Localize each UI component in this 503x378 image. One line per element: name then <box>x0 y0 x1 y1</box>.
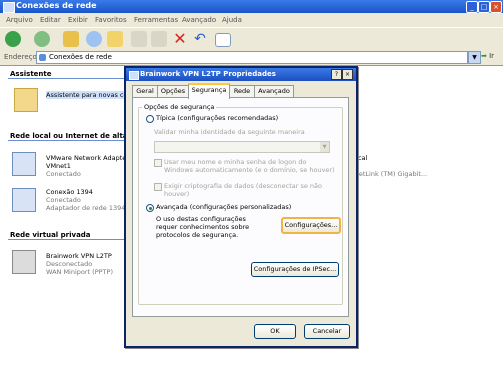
dialog-close-button[interactable]: × <box>342 69 353 80</box>
views-icon[interactable] <box>215 33 231 47</box>
right-partial-device: NetLink (TM) Gigabit... <box>354 170 428 178</box>
toolbar: ✕ ↶ <box>0 27 503 51</box>
typical-radio[interactable] <box>146 115 154 123</box>
address-bar: Endereço Conexões de rede ▼ ➡ Ir <box>0 49 503 65</box>
window-title: Conexões de rede <box>16 1 97 10</box>
tab-geral[interactable]: Geral <box>132 85 158 97</box>
assistant-header: Assistente <box>10 70 52 78</box>
vpn-icon <box>129 71 139 80</box>
properties-dialog: Brainwork VPN L2TP Propriedades ? × Gera… <box>124 66 358 348</box>
tab-avancado[interactable]: Avançado <box>254 85 294 97</box>
menu-exibir[interactable]: Exibir <box>68 16 88 24</box>
auto-logon-label: Usar meu nome e minha senha de logon do <box>164 158 307 166</box>
ok-button[interactable]: OK <box>254 324 296 339</box>
address-value: Conexões de rede <box>49 53 112 61</box>
move-to-icon[interactable] <box>131 31 147 47</box>
undo-icon[interactable]: ↶ <box>192 31 208 47</box>
menu-ferramentas[interactable]: Ferramentas <box>134 16 178 24</box>
vpn-header: Rede virtual privada <box>10 231 91 239</box>
auto-logon-label: Windows automaticamente (e o domínio, se… <box>164 166 335 174</box>
vpn-item-name[interactable]: Brainwork VPN L2TP <box>46 252 112 260</box>
maximize-button[interactable]: □ <box>478 1 490 13</box>
network-connections-icon <box>39 54 46 61</box>
validate-label: Validar minha identidade da seguinte man… <box>154 128 305 136</box>
advanced-label[interactable]: Avançada (configurações personalizadas) <box>156 203 291 211</box>
encrypt-label: Exigir criptografia de dados (desconecta… <box>164 182 323 190</box>
minimize-button[interactable]: _ <box>466 1 478 13</box>
network-adapter-icon[interactable] <box>12 152 36 176</box>
delete-icon[interactable]: ✕ <box>172 31 188 47</box>
copy-to-icon[interactable] <box>151 31 167 47</box>
lan-item-status: Conectado <box>46 196 81 204</box>
dialog-titlebar: Brainwork VPN L2TP Propriedades ? × <box>126 68 356 81</box>
dialog-title: Brainwork VPN L2TP Propriedades <box>140 70 276 78</box>
settings-button[interactable]: Configurações... <box>281 217 341 234</box>
window-titlebar: Conexões de rede _ □ × <box>0 0 503 13</box>
back-icon[interactable] <box>5 31 21 47</box>
go-button[interactable]: ➡ Ir <box>481 52 494 60</box>
validate-select[interactable]: ▼ <box>154 141 330 153</box>
group-label: Opções de segurança <box>142 103 217 111</box>
new-connection-wizard-icon[interactable] <box>14 88 38 112</box>
advanced-desc: O uso destas configurações <box>156 215 246 223</box>
menu-bar: Arquivo Editar Exibir Favoritos Ferramen… <box>0 13 503 27</box>
lan-item-name[interactable]: VMware Network Adapter <box>46 154 129 162</box>
vpn-item-status: Desconectado <box>46 260 93 268</box>
lan-item-status: Conectado <box>46 170 81 178</box>
lan-header: Rede local ou Internet de alta v <box>10 132 135 140</box>
vpn-connection-icon[interactable] <box>12 250 36 274</box>
forward-icon[interactable] <box>34 31 50 47</box>
address-input[interactable]: Conexões de rede <box>36 51 468 64</box>
menu-editar[interactable]: Editar <box>40 16 61 24</box>
help-button[interactable]: ? <box>331 69 342 80</box>
network-adapter-icon[interactable] <box>12 188 36 212</box>
auto-logon-checkbox[interactable] <box>154 159 162 167</box>
advanced-desc: protocolos de segurança. <box>156 231 239 239</box>
menu-avancado[interactable]: Avançado <box>182 16 216 24</box>
encrypt-label: houver) <box>164 190 190 198</box>
folder-up-icon[interactable] <box>63 31 79 47</box>
section-divider <box>8 78 128 79</box>
tab-seguranca[interactable]: Segurança <box>188 83 230 99</box>
typical-label[interactable]: Típica (configurações recomendadas) <box>156 114 278 122</box>
chevron-down-icon: ▼ <box>320 142 329 152</box>
cancel-button[interactable]: Cancelar <box>304 324 350 339</box>
search-icon[interactable] <box>86 31 102 47</box>
lan-item-device: Adaptador de rede 1394 <box>46 204 126 212</box>
address-dropdown-icon[interactable]: ▼ <box>468 51 481 64</box>
lan-item-sub: VMnet1 <box>46 162 71 170</box>
close-button[interactable]: × <box>490 1 502 13</box>
lan-item-name[interactable]: Conexão 1394 <box>46 188 93 196</box>
encrypt-checkbox[interactable] <box>154 183 162 191</box>
folders-icon[interactable] <box>107 31 123 47</box>
menu-favoritos[interactable]: Favoritos <box>95 16 127 24</box>
section-divider <box>8 140 128 141</box>
menu-arquivo[interactable]: Arquivo <box>6 16 33 24</box>
advanced-desc: requer conhecimentos sobre <box>156 223 250 231</box>
network-connections-icon <box>3 2 15 13</box>
tab-rede[interactable]: Rede <box>229 85 255 97</box>
tab-opcoes[interactable]: Opções <box>157 85 189 97</box>
section-divider <box>8 239 128 240</box>
vpn-item-device: WAN Miniport (PPTP) <box>46 268 113 276</box>
ipsec-settings-button[interactable]: Configurações de IPSec... <box>251 262 339 277</box>
assistant-item-label[interactable]: Assistente para novas co <box>46 91 128 99</box>
address-label: Endereço <box>4 53 37 61</box>
advanced-radio[interactable] <box>146 204 154 212</box>
menu-ajuda[interactable]: Ajuda <box>222 16 242 24</box>
